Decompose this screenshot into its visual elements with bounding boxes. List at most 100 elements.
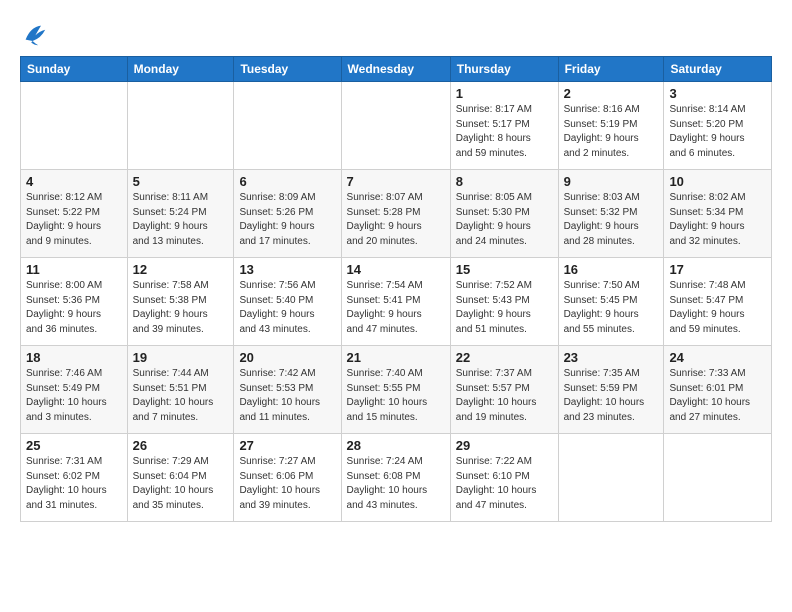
page: SundayMondayTuesdayWednesdayThursdayFrid… <box>0 0 792 532</box>
day-info: Sunrise: 7:33 AM Sunset: 6:01 PM Dayligh… <box>669 367 766 425</box>
weekday-header-friday: Friday <box>558 57 664 82</box>
calendar-cell: 24 Sunrise: 7:33 AM Sunset: 6:01 PM Dayli… <box>664 346 772 434</box>
day-info: Sunrise: 7:42 AM Sunset: 5:53 PM Dayligh… <box>239 367 335 425</box>
calendar-cell <box>664 434 772 522</box>
day-number: 3 <box>669 86 766 101</box>
day-info: Sunrise: 8:09 AM Sunset: 5:26 PM Dayligh… <box>239 191 335 249</box>
calendar-cell <box>341 82 450 170</box>
calendar-cell: 19 Sunrise: 7:44 AM Sunset: 5:51 PM Dayli… <box>127 346 234 434</box>
calendar-cell: 29 Sunrise: 7:22 AM Sunset: 6:10 PM Dayli… <box>450 434 558 522</box>
calendar-cell: 27 Sunrise: 7:27 AM Sunset: 6:06 PM Dayli… <box>234 434 341 522</box>
day-info: Sunrise: 8:11 AM Sunset: 5:24 PM Dayligh… <box>133 191 229 249</box>
day-number: 13 <box>239 262 335 277</box>
calendar-cell <box>558 434 664 522</box>
day-info: Sunrise: 7:27 AM Sunset: 6:06 PM Dayligh… <box>239 455 335 513</box>
calendar-cell: 26Sunrise: 7:29 AM Sunset: 6:04 PM Dayli… <box>127 434 234 522</box>
day-number: 4 <box>26 174 122 189</box>
day-info: Sunrise: 7:58 AM Sunset: 5:38 PM Dayligh… <box>133 279 229 337</box>
calendar-cell: 1 Sunrise: 8:17 AM Sunset: 5:17 PM Daylig… <box>450 82 558 170</box>
day-info: Sunrise: 7:24 AM Sunset: 6:08 PM Dayligh… <box>347 455 445 513</box>
header <box>20 16 772 48</box>
calendar-cell: 4 Sunrise: 8:12 AM Sunset: 5:22 PM Daylig… <box>21 170 128 258</box>
calendar-cell: 6 Sunrise: 8:09 AM Sunset: 5:26 PM Daylig… <box>234 170 341 258</box>
weekday-header-saturday: Saturday <box>664 57 772 82</box>
calendar-cell: 15 Sunrise: 7:52 AM Sunset: 5:43 PM Dayli… <box>450 258 558 346</box>
weekday-header-sunday: Sunday <box>21 57 128 82</box>
calendar-cell: 21 Sunrise: 7:40 AM Sunset: 5:55 PM Dayli… <box>341 346 450 434</box>
weekday-header-wednesday: Wednesday <box>341 57 450 82</box>
day-info: Sunrise: 7:48 AM Sunset: 5:47 PM Dayligh… <box>669 279 766 337</box>
day-number: 22 <box>456 350 553 365</box>
calendar-cell: 11 Sunrise: 8:00 AM Sunset: 5:36 PM Dayli… <box>21 258 128 346</box>
day-info: Sunrise: 8:16 AM Sunset: 5:19 PM Dayligh… <box>564 103 659 161</box>
day-info: Sunrise: 8:03 AM Sunset: 5:32 PM Dayligh… <box>564 191 659 249</box>
day-number: 1 <box>456 86 553 101</box>
calendar-week-row: 25 Sunrise: 7:31 AM Sunset: 6:02 PM Dayli… <box>21 434 772 522</box>
day-info: Sunrise: 7:35 AM Sunset: 5:59 PM Dayligh… <box>564 367 659 425</box>
day-number: 24 <box>669 350 766 365</box>
day-info: Sunrise: 7:56 AM Sunset: 5:40 PM Dayligh… <box>239 279 335 337</box>
logo <box>20 20 52 48</box>
day-number: 25 <box>26 438 122 453</box>
calendar-cell <box>21 82 128 170</box>
day-number: 7 <box>347 174 445 189</box>
day-number: 15 <box>456 262 553 277</box>
day-number: 8 <box>456 174 553 189</box>
day-info: Sunrise: 7:52 AM Sunset: 5:43 PM Dayligh… <box>456 279 553 337</box>
day-number: 5 <box>133 174 229 189</box>
day-info: Sunrise: 7:31 AM Sunset: 6:02 PM Dayligh… <box>26 455 122 513</box>
calendar-week-row: 18 Sunrise: 7:46 AM Sunset: 5:49 PM Dayli… <box>21 346 772 434</box>
day-info: Sunrise: 8:12 AM Sunset: 5:22 PM Dayligh… <box>26 191 122 249</box>
calendar-cell: 3 Sunrise: 8:14 AM Sunset: 5:20 PM Daylig… <box>664 82 772 170</box>
calendar-cell: 2Sunrise: 8:16 AM Sunset: 5:19 PM Daylig… <box>558 82 664 170</box>
day-number: 27 <box>239 438 335 453</box>
calendar-cell: 18 Sunrise: 7:46 AM Sunset: 5:49 PM Dayli… <box>21 346 128 434</box>
day-info: Sunrise: 8:17 AM Sunset: 5:17 PM Dayligh… <box>456 103 553 161</box>
calendar-cell: 7 Sunrise: 8:07 AM Sunset: 5:28 PM Daylig… <box>341 170 450 258</box>
day-info: Sunrise: 7:50 AM Sunset: 5:45 PM Dayligh… <box>564 279 659 337</box>
weekday-header-tuesday: Tuesday <box>234 57 341 82</box>
calendar-cell: 9 Sunrise: 8:03 AM Sunset: 5:32 PM Daylig… <box>558 170 664 258</box>
day-number: 21 <box>347 350 445 365</box>
day-number: 9 <box>564 174 659 189</box>
logo-bird-icon <box>20 20 48 48</box>
day-info: Sunrise: 7:46 AM Sunset: 5:49 PM Dayligh… <box>26 367 122 425</box>
day-number: 10 <box>669 174 766 189</box>
weekday-header-thursday: Thursday <box>450 57 558 82</box>
calendar-cell: 20Sunrise: 7:42 AM Sunset: 5:53 PM Dayli… <box>234 346 341 434</box>
calendar-week-row: 1 Sunrise: 8:17 AM Sunset: 5:17 PM Daylig… <box>21 82 772 170</box>
calendar-cell: 28 Sunrise: 7:24 AM Sunset: 6:08 PM Dayli… <box>341 434 450 522</box>
calendar-cell: 13 Sunrise: 7:56 AM Sunset: 5:40 PM Dayli… <box>234 258 341 346</box>
day-info: Sunrise: 7:29 AM Sunset: 6:04 PM Dayligh… <box>133 455 229 513</box>
day-info: Sunrise: 8:14 AM Sunset: 5:20 PM Dayligh… <box>669 103 766 161</box>
calendar-cell <box>234 82 341 170</box>
day-info: Sunrise: 7:22 AM Sunset: 6:10 PM Dayligh… <box>456 455 553 513</box>
day-info: Sunrise: 8:05 AM Sunset: 5:30 PM Dayligh… <box>456 191 553 249</box>
calendar-week-row: 4 Sunrise: 8:12 AM Sunset: 5:22 PM Daylig… <box>21 170 772 258</box>
calendar-cell: 23 Sunrise: 7:35 AM Sunset: 5:59 PM Dayli… <box>558 346 664 434</box>
calendar-cell <box>127 82 234 170</box>
day-number: 28 <box>347 438 445 453</box>
day-number: 17 <box>669 262 766 277</box>
day-number: 18 <box>26 350 122 365</box>
day-number: 19 <box>133 350 229 365</box>
calendar-cell: 25 Sunrise: 7:31 AM Sunset: 6:02 PM Dayli… <box>21 434 128 522</box>
day-number: 14 <box>347 262 445 277</box>
day-number: 29 <box>456 438 553 453</box>
day-info: Sunrise: 7:40 AM Sunset: 5:55 PM Dayligh… <box>347 367 445 425</box>
calendar-cell: 10 Sunrise: 8:02 AM Sunset: 5:34 PM Dayli… <box>664 170 772 258</box>
calendar-table: SundayMondayTuesdayWednesdayThursdayFrid… <box>20 56 772 522</box>
day-info: Sunrise: 7:37 AM Sunset: 5:57 PM Dayligh… <box>456 367 553 425</box>
day-info: Sunrise: 8:02 AM Sunset: 5:34 PM Dayligh… <box>669 191 766 249</box>
calendar-cell: 17 Sunrise: 7:48 AM Sunset: 5:47 PM Dayli… <box>664 258 772 346</box>
day-number: 16 <box>564 262 659 277</box>
day-number: 23 <box>564 350 659 365</box>
day-info: Sunrise: 8:07 AM Sunset: 5:28 PM Dayligh… <box>347 191 445 249</box>
day-number: 6 <box>239 174 335 189</box>
calendar-cell: 22 Sunrise: 7:37 AM Sunset: 5:57 PM Dayli… <box>450 346 558 434</box>
weekday-header-monday: Monday <box>127 57 234 82</box>
day-number: 11 <box>26 262 122 277</box>
day-info: Sunrise: 8:00 AM Sunset: 5:36 PM Dayligh… <box>26 279 122 337</box>
day-info: Sunrise: 7:54 AM Sunset: 5:41 PM Dayligh… <box>347 279 445 337</box>
day-info: Sunrise: 7:44 AM Sunset: 5:51 PM Dayligh… <box>133 367 229 425</box>
